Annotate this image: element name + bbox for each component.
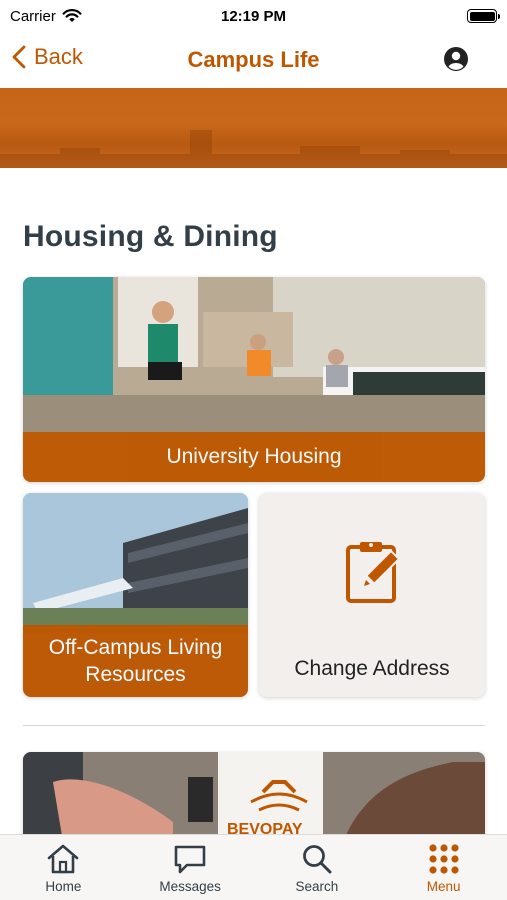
university-housing-card[interactable]: University Housing <box>23 277 485 482</box>
university-housing-label: University Housing <box>23 432 485 482</box>
carrier-label: Carrier <box>10 7 56 25</box>
bevopay-photo: BEVOPAY <box>23 752 485 842</box>
section-divider <box>23 725 485 726</box>
skyline-silhouette <box>0 130 507 168</box>
tab-messages-label: Messages <box>159 879 221 894</box>
profile-icon[interactable] <box>443 46 469 72</box>
bevopay-card[interactable]: BEVOPAY <box>23 752 485 842</box>
navigation-bar: Back Campus Life <box>0 32 507 88</box>
dorm-room-photo <box>23 277 485 432</box>
clipboard-edit-icon <box>346 542 401 603</box>
status-bar: Carrier 12:19 PM <box>0 0 507 32</box>
off-campus-label: Off-Campus Living Resources <box>23 625 248 697</box>
wifi-icon <box>62 9 82 22</box>
tab-menu[interactable]: Menu <box>380 835 507 900</box>
battery-icon <box>467 9 500 23</box>
tab-search[interactable]: Search <box>254 835 381 900</box>
tab-home[interactable]: Home <box>0 835 127 900</box>
chevron-left-icon <box>12 45 26 69</box>
page-title: Campus Life <box>187 47 320 72</box>
apartment-building-photo <box>23 493 248 633</box>
tab-search-label: Search <box>295 879 339 894</box>
grid-menu-icon <box>429 844 459 874</box>
chat-icon <box>174 845 206 874</box>
status-left: Carrier <box>10 8 82 25</box>
off-campus-label-text: Off-Campus Living Resources <box>48 636 223 686</box>
tab-menu-label: Menu <box>426 879 461 894</box>
change-address-label: Change Address <box>294 657 450 680</box>
section-title: Housing & Dining <box>23 220 278 253</box>
tab-home-label: Home <box>45 879 82 894</box>
tab-messages[interactable]: Messages <box>127 835 254 900</box>
change-address-card[interactable]: Change Address <box>259 493 485 697</box>
back-button[interactable]: Back <box>12 44 83 70</box>
header-banner-image <box>0 88 507 168</box>
bottom-tab-bar: Home Messages Search Menu <box>0 834 507 900</box>
home-icon <box>48 844 79 874</box>
back-label: Back <box>34 44 83 69</box>
search-icon <box>302 845 332 874</box>
status-time: 12:19 PM <box>220 7 287 25</box>
off-campus-living-card[interactable]: Off-Campus Living Resources <box>23 493 248 697</box>
